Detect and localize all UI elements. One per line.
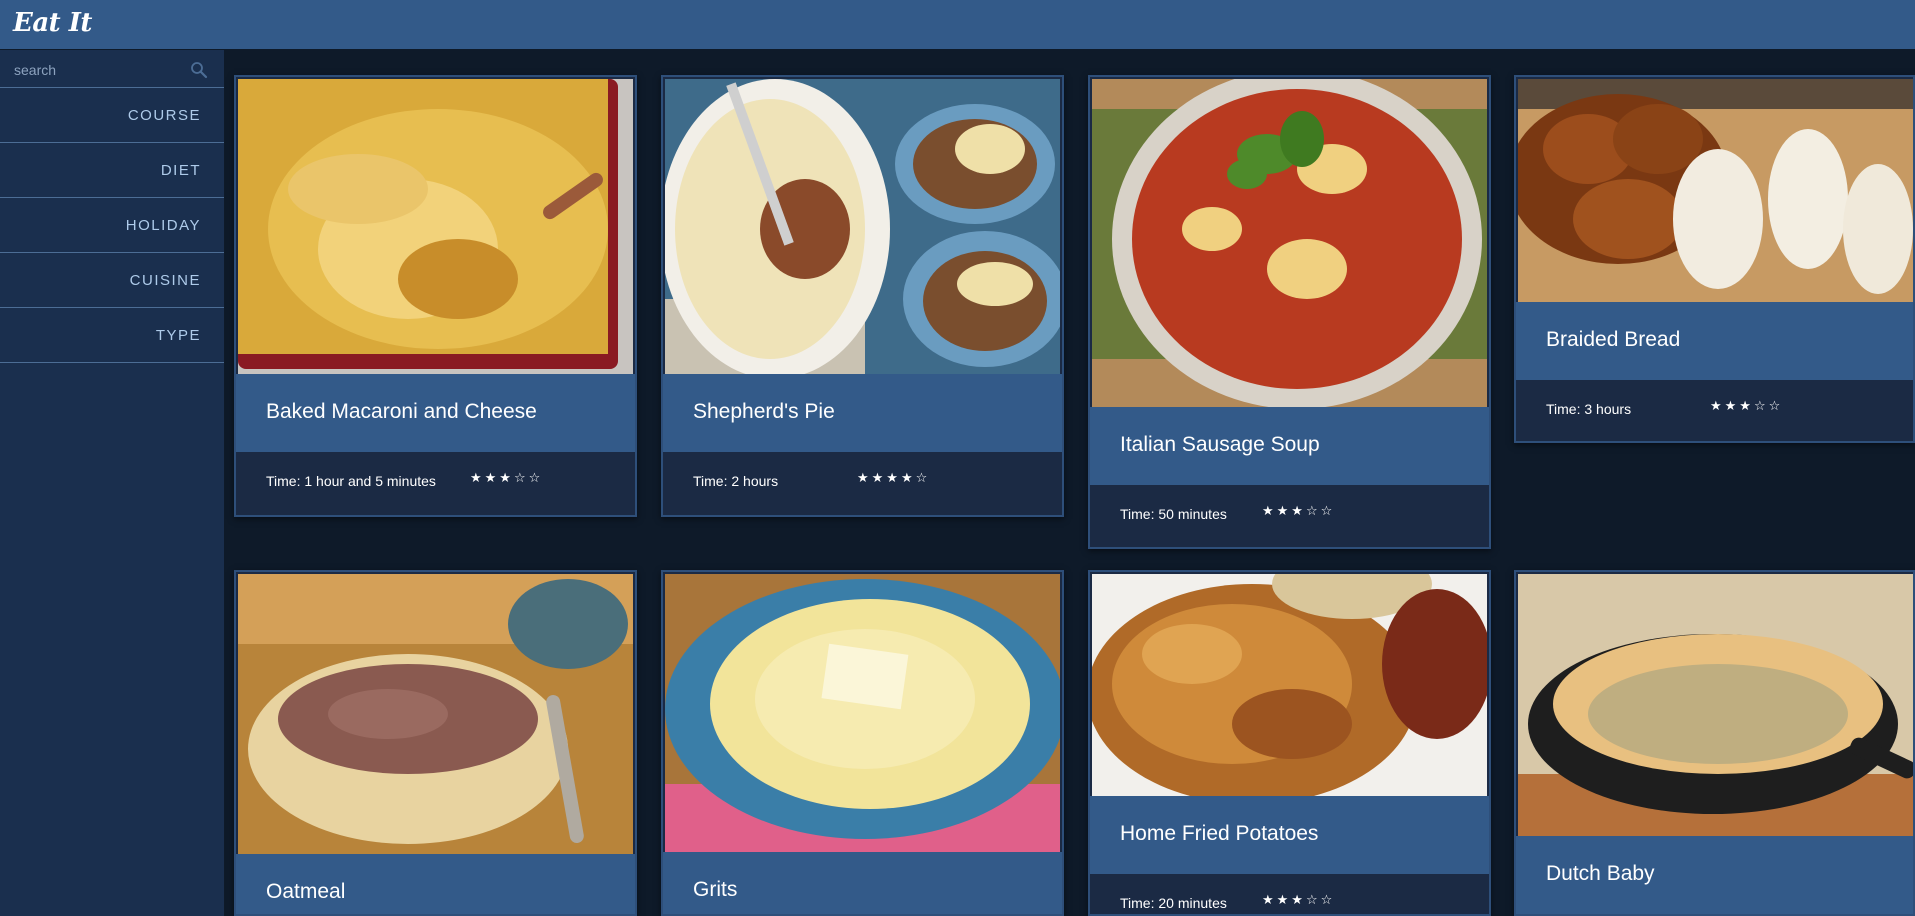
- recipe-image[interactable]: [1092, 79, 1487, 407]
- recipe-meta: Time: 2 hours ★★★★☆: [663, 452, 1062, 514]
- recipe-meta: Time: 20 minutes ★★★☆☆: [1090, 874, 1489, 914]
- recipe-time: Time: 50 minutes: [1120, 506, 1227, 522]
- recipe-title[interactable]: Home Fried Potatoes: [1120, 822, 1318, 846]
- recipe-title[interactable]: Dutch Baby: [1546, 862, 1655, 886]
- recipe-title-bar: Braided Bread: [1516, 302, 1913, 380]
- sidebar-item-type[interactable]: TYPE: [0, 308, 224, 363]
- recipe-title[interactable]: Shepherd's Pie: [693, 400, 835, 424]
- recipe-image[interactable]: [238, 574, 633, 854]
- search-input[interactable]: [12, 59, 186, 81]
- rating-stars: ★★★★☆: [857, 471, 931, 486]
- rating-stars: ★★★☆☆: [1710, 399, 1784, 414]
- recipe-time: Time: 1 hour and 5 minutes: [266, 473, 436, 489]
- recipe-card[interactable]: Shepherd's Pie Time: 2 hours ★★★★☆: [661, 75, 1064, 517]
- recipe-title[interactable]: Braided Bread: [1546, 328, 1680, 352]
- app-logo[interactable]: Eat It: [13, 8, 92, 38]
- recipe-title-bar: Baked Macaroni and Cheese: [236, 374, 635, 452]
- rating-stars: ★★★☆☆: [1262, 893, 1336, 908]
- recipe-title-bar: Grits: [663, 852, 1062, 914]
- recipe-time: Time: 3 hours: [1546, 401, 1632, 417]
- recipe-meta: Time: 1 hour and 5 minutes ★★★☆☆: [236, 452, 635, 514]
- recipe-title-bar: Oatmeal: [236, 854, 635, 914]
- rating-stars: ★★★☆☆: [470, 471, 544, 486]
- sidebar: COURSE DIET HOLIDAY CUISINE TYPE: [0, 50, 224, 916]
- recipe-title-bar: Italian Sausage Soup: [1090, 407, 1489, 485]
- recipe-card[interactable]: Dutch Baby: [1514, 570, 1915, 916]
- recipe-image[interactable]: [665, 574, 1060, 852]
- recipe-time: Time: 2 hours: [693, 473, 779, 489]
- recipe-meta: Time: 3 hours ★★★☆☆: [1516, 380, 1913, 441]
- recipe-card[interactable]: Grits: [661, 570, 1064, 916]
- recipe-title-bar: Shepherd's Pie: [663, 374, 1062, 452]
- recipe-card[interactable]: Home Fried Potatoes Time: 20 minutes ★★★…: [1088, 570, 1491, 916]
- recipe-title[interactable]: Baked Macaroni and Cheese: [266, 400, 537, 424]
- search-box: [0, 50, 224, 88]
- sidebar-item-diet[interactable]: DIET: [0, 143, 224, 198]
- sidebar-item-holiday[interactable]: HOLIDAY: [0, 198, 224, 253]
- recipe-image[interactable]: [665, 79, 1060, 374]
- recipe-title-bar: Home Fried Potatoes: [1090, 796, 1489, 874]
- recipe-title[interactable]: Oatmeal: [266, 880, 345, 904]
- recipe-meta: Time: 50 minutes ★★★☆☆: [1090, 485, 1489, 547]
- sidebar-item-cuisine[interactable]: CUISINE: [0, 253, 224, 308]
- recipe-card[interactable]: Baked Macaroni and Cheese Time: 1 hour a…: [234, 75, 637, 517]
- recipe-image[interactable]: [1092, 574, 1487, 796]
- recipe-title[interactable]: Grits: [693, 878, 737, 902]
- recipe-time: Time: 20 minutes: [1120, 895, 1227, 911]
- recipe-title[interactable]: Italian Sausage Soup: [1120, 433, 1320, 457]
- top-bar: Eat It: [0, 0, 1915, 50]
- recipe-image[interactable]: [238, 79, 633, 374]
- sidebar-item-course[interactable]: COURSE: [0, 88, 224, 143]
- recipe-card[interactable]: Braided Bread Time: 3 hours ★★★☆☆: [1514, 75, 1915, 443]
- rating-stars: ★★★☆☆: [1262, 504, 1336, 519]
- recipe-title-bar: Dutch Baby: [1516, 836, 1913, 914]
- recipe-image[interactable]: [1518, 574, 1913, 836]
- recipe-card[interactable]: Italian Sausage Soup Time: 50 minutes ★★…: [1088, 75, 1491, 549]
- search-icon[interactable]: [190, 61, 208, 79]
- recipe-card[interactable]: Oatmeal: [234, 570, 637, 916]
- recipe-image[interactable]: [1518, 79, 1913, 302]
